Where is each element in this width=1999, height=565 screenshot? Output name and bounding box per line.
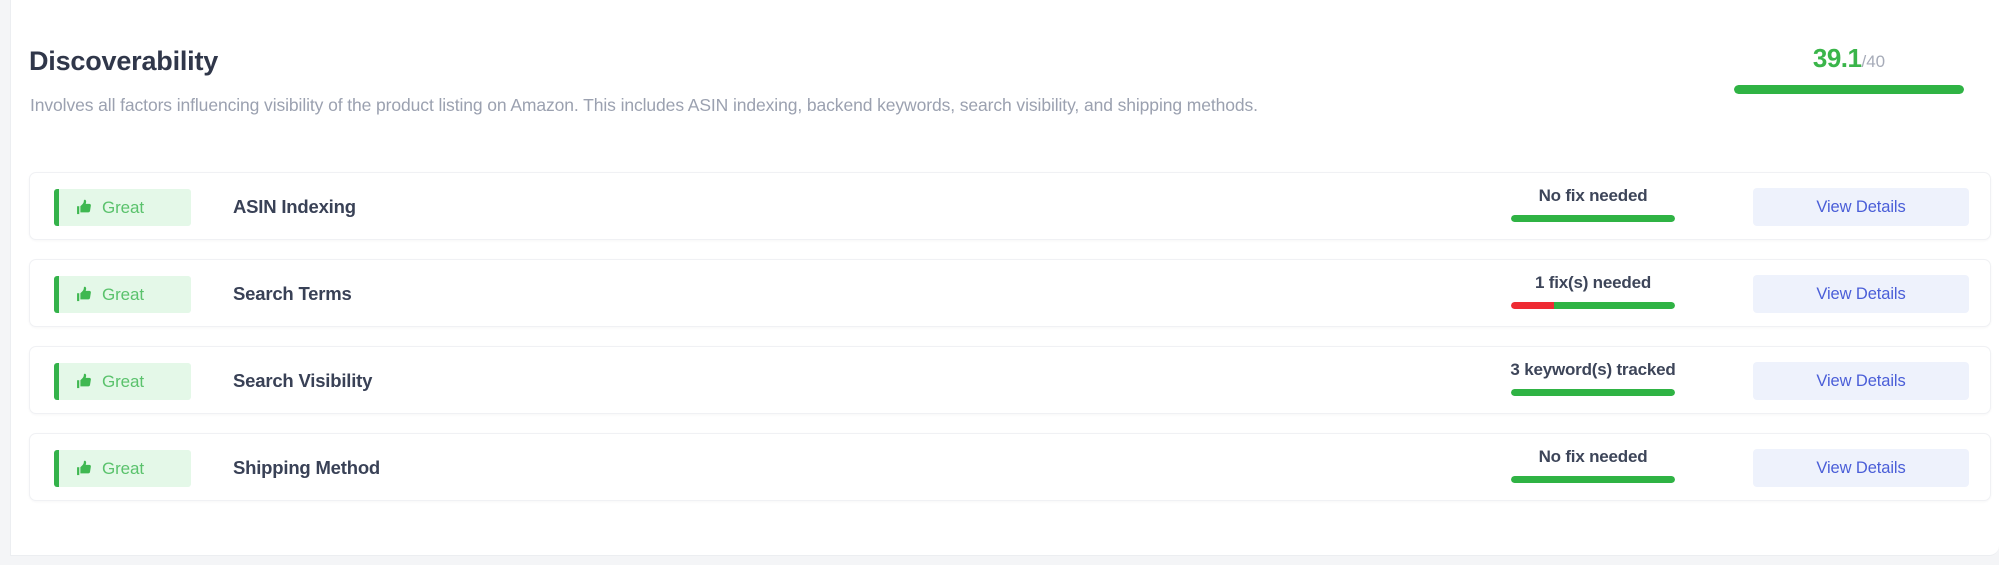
table-row: Great Search Visibility 3 keyword(s) track… [29, 346, 1991, 414]
row-progress-segment [1511, 389, 1675, 396]
row-progress-track [1511, 302, 1675, 309]
row-title: ASIN Indexing [233, 196, 356, 217]
table-row: Great ASIN Indexing No fix needed View Deta… [29, 172, 1991, 240]
row-progress-segment [1511, 215, 1675, 222]
thumbs-up-icon [76, 460, 93, 477]
status-badge: Great [54, 363, 191, 400]
status-badge-label: Great [102, 284, 145, 304]
row-title: Search Terms [233, 283, 352, 304]
section-header: Discoverability Involves all factors inf… [11, 0, 1999, 140]
status-badge: Great [54, 450, 191, 487]
score-value: 39.1 [1812, 43, 1862, 73]
status-badge-label: Great [102, 371, 145, 391]
row-metric-label: 1 fix(s) needed [1534, 273, 1652, 292]
metric-row-list: Great ASIN Indexing No fix needed View Deta… [29, 172, 1991, 501]
row-metric: No fix needed [1443, 187, 1743, 222]
view-details-button[interactable]: View Details [1753, 188, 1969, 226]
row-title: Search Visibility [233, 370, 373, 391]
row-progress-track [1511, 215, 1675, 222]
row-metric: 1 fix(s) needed [1443, 274, 1743, 309]
status-badge: Great [54, 276, 191, 313]
page-title: Discoverability [29, 46, 219, 76]
score-block: 39.1/40 [1709, 45, 1989, 94]
view-details-button[interactable]: View Details [1753, 362, 1969, 400]
status-badge-label: Great [102, 197, 145, 217]
row-title: Shipping Method [233, 457, 381, 478]
thumbs-up-icon [76, 373, 93, 390]
score-line: 39.1/40 [1709, 45, 1989, 73]
row-progress-segment [1511, 476, 1675, 483]
row-progress-track [1511, 476, 1675, 483]
score-progress-track [1734, 85, 1964, 94]
discoverability-panel: Discoverability Involves all factors inf… [10, 0, 1999, 556]
status-badge: Great [54, 189, 191, 226]
table-row: Great Search Terms 1 fix(s) needed View Det… [29, 259, 1991, 327]
row-progress-segment [1553, 302, 1675, 309]
thumbs-up-icon [76, 199, 93, 216]
table-row: Great Shipping Method No fix needed View De… [29, 433, 1991, 501]
row-metric-label: No fix needed [1538, 447, 1648, 466]
section-description: Involves all factors influencing visibil… [30, 95, 1258, 115]
view-details-button[interactable]: View Details [1753, 275, 1969, 313]
status-badge-label: Great [102, 458, 145, 478]
row-progress-segment [1511, 302, 1554, 309]
score-total: /40 [1861, 52, 1886, 71]
score-progress-fill [1734, 85, 1964, 94]
row-progress-track [1511, 389, 1675, 396]
row-metric-label: No fix needed [1538, 186, 1648, 205]
row-metric-label: 3 keyword(s) tracked [1510, 360, 1676, 379]
thumbs-up-icon [76, 286, 93, 303]
row-metric: 3 keyword(s) tracked [1443, 361, 1743, 396]
view-details-button[interactable]: View Details [1753, 449, 1969, 487]
row-metric: No fix needed [1443, 448, 1743, 483]
